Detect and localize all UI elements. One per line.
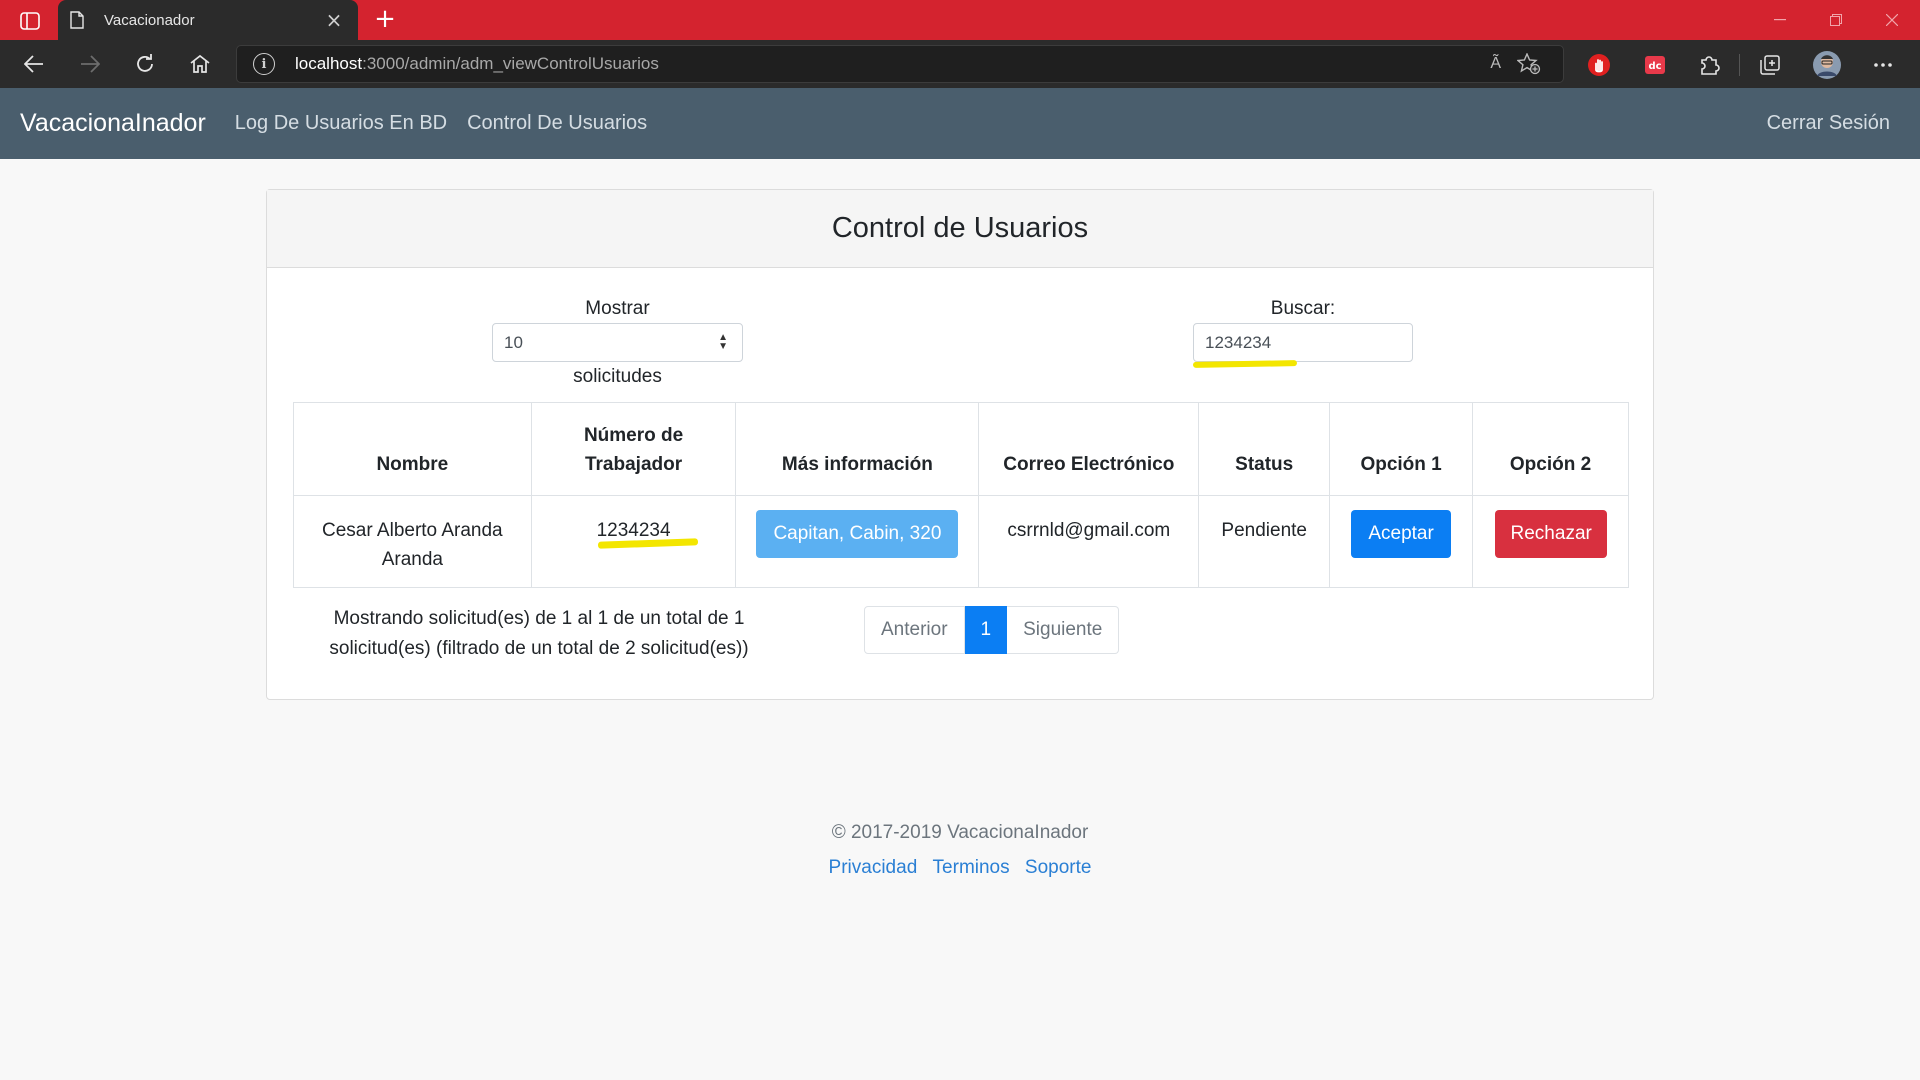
app-navbar: VacacionaInador Log De Usuarios En BD Co… xyxy=(0,88,1920,159)
read-aloud-icon[interactable]: Ã xyxy=(1490,55,1501,73)
dictionary-extension-icon[interactable]: dc xyxy=(1640,50,1670,80)
cell-opcion1: Aceptar xyxy=(1329,495,1474,588)
url-host: localhost xyxy=(295,54,363,73)
profile-avatar-icon[interactable] xyxy=(1812,50,1842,80)
pagination-previous[interactable]: Anterior xyxy=(864,606,965,654)
pagination-page-current[interactable]: 1 xyxy=(964,606,1008,654)
column-header-correo[interactable]: Correo Electrónico xyxy=(978,402,1200,496)
cell-info: Capitan, Cabin, 320 xyxy=(735,495,980,588)
tab-title: Vacacionador xyxy=(104,11,195,29)
url-path: :3000/admin/adm_viewControlUsuarios xyxy=(362,54,659,73)
browser-toolbar: i localhost:3000/admin/adm_viewControlUs… xyxy=(0,40,1920,88)
table-row: Cesar Alberto Aranda Aranda 1234234 Capi… xyxy=(293,495,1629,588)
worker-number: 1234234 xyxy=(596,520,671,541)
extensions-puzzle-icon[interactable] xyxy=(1694,50,1724,80)
entries-select-value: 10 xyxy=(504,332,523,352)
refresh-icon[interactable] xyxy=(127,48,163,80)
toolbar-divider xyxy=(1739,54,1740,76)
entries-per-page-select[interactable]: 10 ▲ ▼ xyxy=(492,323,743,362)
cell-numero: 1234234 xyxy=(530,495,737,588)
column-header-nombre[interactable]: Nombre xyxy=(293,402,532,496)
footer-link-terminos[interactable]: Terminos xyxy=(933,857,1010,878)
tab-actions-icon[interactable] xyxy=(14,9,46,33)
browser-title-bar: Vacacionador × + xyxy=(0,0,1920,40)
close-tab-icon[interactable]: × xyxy=(322,10,346,30)
show-entries-suffix: solicitudes xyxy=(573,366,662,387)
search-input-value: 1234234 xyxy=(1205,332,1272,352)
reject-button[interactable]: Rechazar xyxy=(1494,510,1607,558)
nav-link-log-usuarios[interactable]: Log De Usuarios En BD xyxy=(235,112,447,135)
collections-icon[interactable] xyxy=(1755,50,1785,80)
close-window-icon[interactable] xyxy=(1864,0,1920,40)
cell-nombre: Cesar Alberto Aranda Aranda xyxy=(293,495,532,588)
browser-tab[interactable]: Vacacionador × xyxy=(58,0,358,40)
minimize-icon[interactable] xyxy=(1752,0,1808,40)
logout-link[interactable]: Cerrar Sesión xyxy=(1767,112,1890,135)
site-info-icon[interactable]: i xyxy=(253,53,275,75)
address-bar[interactable]: i localhost:3000/admin/adm_viewControlUs… xyxy=(236,45,1564,83)
footer-link-soporte[interactable]: Soporte xyxy=(1025,857,1092,878)
pagination-summary: Mostrando solicitud(es) de 1 al 1 de un … xyxy=(329,608,749,659)
home-icon[interactable] xyxy=(182,48,218,80)
column-header-opcion1[interactable]: Opción 1 xyxy=(1329,402,1474,496)
footer-link-privacidad[interactable]: Privacidad xyxy=(829,857,918,878)
cell-status: Pendiente xyxy=(1198,495,1331,588)
users-table: Nombre Número de Trabajador Más informac… xyxy=(293,402,1629,588)
column-header-opcion2[interactable]: Opción 2 xyxy=(1472,402,1629,496)
highlighter-mark xyxy=(1192,360,1298,368)
footer-links: Privacidad Terminos Soporte xyxy=(0,857,1920,879)
window-controls xyxy=(1752,0,1920,40)
forward-arrow-icon[interactable] xyxy=(72,48,108,80)
column-header-status[interactable]: Status xyxy=(1198,402,1331,496)
pagination: Anterior 1 Siguiente xyxy=(864,606,1120,654)
search-input[interactable]: 1234234 xyxy=(1193,323,1413,362)
cell-correo: csrrnld@gmail.com xyxy=(978,495,1200,588)
page-icon xyxy=(70,10,88,30)
column-header-info[interactable]: Más información xyxy=(735,402,980,496)
show-entries-label: Mostrar xyxy=(585,298,650,319)
brand-logo-text[interactable]: VacacionaInador xyxy=(20,109,206,138)
select-updown-icon: ▲ ▼ xyxy=(718,332,728,352)
column-header-numero[interactable]: Número de Trabajador xyxy=(530,402,737,496)
adblock-hand-icon[interactable] xyxy=(1584,50,1614,80)
more-menu-icon[interactable] xyxy=(1868,50,1898,80)
restore-icon[interactable] xyxy=(1808,0,1864,40)
cell-opcion2: Rechazar xyxy=(1472,495,1629,588)
svg-text:dc: dc xyxy=(1648,61,1661,72)
accept-button[interactable]: Aceptar xyxy=(1351,510,1452,558)
users-control-card: Control de Usuarios Mostrar 10 ▲ ▼ solici… xyxy=(266,189,1654,700)
more-info-button[interactable]: Capitan, Cabin, 320 xyxy=(756,510,959,558)
card-header: Control de Usuarios xyxy=(267,190,1653,268)
footer-copyright: © 2017-2019 VacacionaInador xyxy=(831,822,1089,843)
new-tab-button[interactable]: + xyxy=(370,6,400,34)
nav-link-control-usuarios[interactable]: Control De Usuarios xyxy=(467,112,647,135)
pagination-next[interactable]: Siguiente xyxy=(1007,606,1120,654)
favorite-star-icon[interactable] xyxy=(1516,52,1541,80)
page-title: Control de Usuarios xyxy=(831,212,1089,244)
search-label: Buscar: xyxy=(1270,298,1336,319)
back-arrow-icon[interactable] xyxy=(16,48,52,80)
table-header-row: Nombre Número de Trabajador Más informac… xyxy=(293,402,1629,496)
